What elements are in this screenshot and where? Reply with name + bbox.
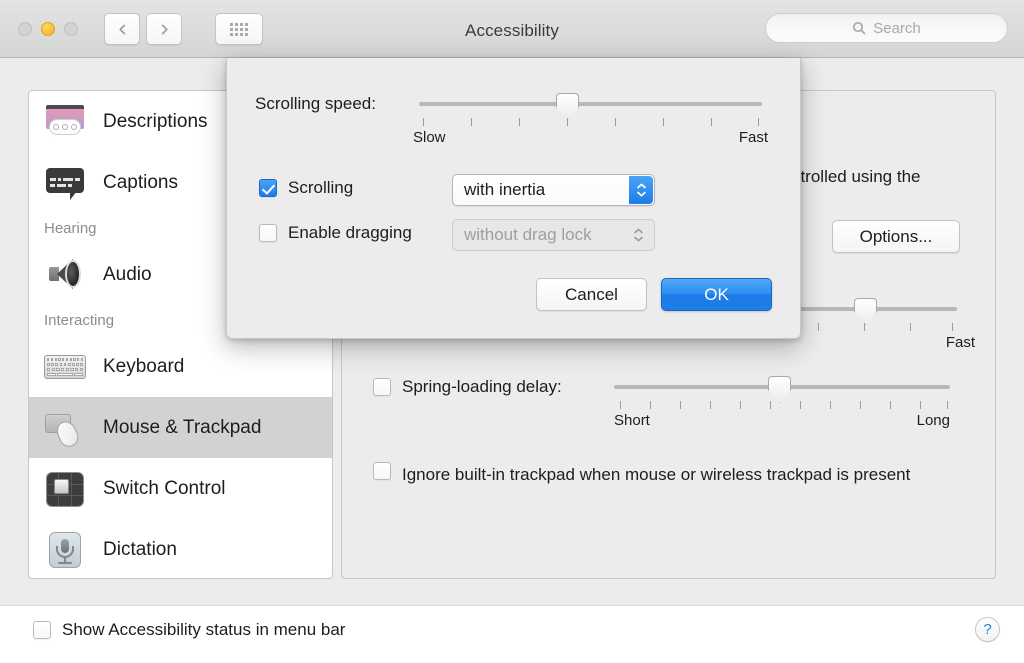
- slider-min-label: Slow: [413, 129, 446, 146]
- sidebar-item-keyboard[interactable]: Keyboard: [29, 336, 332, 397]
- sidebar-item-label: Keyboard: [103, 355, 185, 377]
- show-accessibility-status-row[interactable]: Show Accessibility status in menu bar: [33, 620, 345, 640]
- enable-dragging-checkbox[interactable]: [259, 224, 277, 242]
- slider-ticks: [419, 118, 762, 126]
- cancel-button[interactable]: Cancel: [536, 278, 647, 311]
- sidebar-item-mouse-trackpad[interactable]: Mouse & Trackpad: [29, 397, 332, 458]
- enable-dragging-row[interactable]: Enable dragging: [259, 223, 412, 243]
- drag-lock-value: without drag lock: [464, 225, 592, 244]
- keyboard-icon: [43, 347, 87, 387]
- ok-button[interactable]: OK: [661, 278, 772, 311]
- descriptions-icon: [43, 102, 87, 142]
- switch-control-icon: [43, 469, 87, 509]
- slider-thumb[interactable]: [556, 93, 579, 120]
- scrolling-mode-value: with inertia: [464, 180, 546, 199]
- search-icon: [853, 21, 866, 35]
- search-placeholder: Search: [873, 19, 921, 37]
- trackpad-description-text: ntrolled using the: [791, 167, 921, 186]
- sidebar-item-label: Mouse & Trackpad: [103, 416, 262, 438]
- slider-thumb[interactable]: [854, 298, 877, 325]
- sidebar-item-dictation[interactable]: Dictation: [29, 519, 332, 578]
- stepper-arrows-icon[interactable]: [629, 176, 653, 204]
- captions-icon: [43, 163, 87, 203]
- options-button[interactable]: Options...: [832, 220, 960, 253]
- slider-ticks: [614, 401, 950, 409]
- dictation-mic-icon: [43, 530, 87, 570]
- sidebar-item-label: Audio: [103, 263, 152, 285]
- sidebar-item-label: Captions: [103, 171, 178, 193]
- scrolling-label: Scrolling: [288, 178, 354, 197]
- window-bottom-bar: Show Accessibility status in menu bar ?: [0, 605, 1024, 663]
- slider-max-label: Fast: [738, 129, 768, 146]
- slider-thumb[interactable]: [768, 376, 791, 403]
- spring-loading-delay-checkbox[interactable]: [373, 378, 391, 396]
- sidebar-item-switch-control[interactable]: Switch Control: [29, 458, 332, 519]
- ignore-builtin-trackpad-row[interactable]: Ignore built-in trackpad when mouse or w…: [373, 461, 965, 488]
- sidebar-item-label: Descriptions: [103, 110, 208, 132]
- scrolling-checkbox[interactable]: [259, 179, 277, 197]
- slider-min-label: Short: [614, 412, 650, 429]
- scrolling-options-dialog: Scrolling speed: Slow Fast Scrolling wit…: [226, 58, 801, 339]
- search-field[interactable]: Search: [765, 13, 1008, 43]
- help-button[interactable]: ?: [975, 617, 1000, 642]
- audio-speaker-icon: [43, 255, 87, 295]
- scrolling-speed-label: Scrolling speed:: [255, 94, 376, 113]
- sidebar-item-label: Switch Control: [103, 477, 226, 499]
- accessibility-preferences-window: Accessibility Search Descriptions Captio…: [0, 0, 1024, 663]
- stepper-arrows-icon: [626, 221, 650, 249]
- spring-loading-delay-label: Spring-loading delay:: [402, 377, 562, 396]
- mouse-trackpad-icon: [43, 408, 87, 450]
- ignore-builtin-trackpad-checkbox[interactable]: [373, 462, 391, 480]
- window-titlebar: Accessibility Search: [0, 0, 1024, 58]
- slider-track: [419, 102, 762, 106]
- slider-max-label: Fast: [945, 334, 975, 351]
- show-accessibility-status-checkbox[interactable]: [33, 621, 51, 639]
- scrolling-row[interactable]: Scrolling: [259, 178, 353, 198]
- scrolling-mode-select[interactable]: with inertia: [452, 174, 655, 206]
- sidebar-item-label: Dictation: [103, 538, 177, 560]
- show-accessibility-status-label: Show Accessibility status in menu bar: [62, 620, 346, 639]
- spring-loading-delay-row[interactable]: Spring-loading delay:: [373, 378, 562, 396]
- enable-dragging-label: Enable dragging: [288, 223, 412, 242]
- ignore-builtin-trackpad-label: Ignore built-in trackpad when mouse or w…: [402, 465, 911, 484]
- slider-max-label: Long: [916, 412, 950, 429]
- drag-lock-select: without drag lock: [452, 219, 655, 251]
